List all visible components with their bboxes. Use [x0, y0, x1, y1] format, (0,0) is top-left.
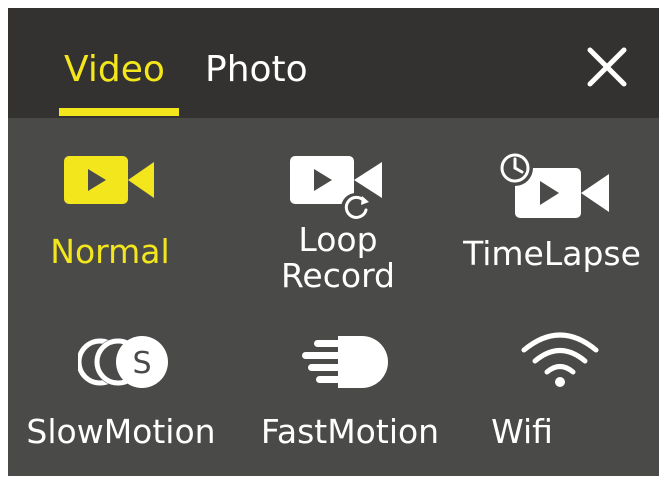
svg-text:S: S	[132, 346, 151, 381]
mode-label: Normal	[50, 232, 170, 271]
mode-label: TimeLapse	[463, 234, 641, 273]
slow-motion-icon: S	[78, 336, 168, 388]
mode-loop-record[interactable]: Loop Record	[253, 138, 423, 298]
mode-wifi[interactable]: Wifi	[482, 326, 599, 456]
video-camera-icon	[64, 156, 154, 204]
loop-record-icon	[290, 156, 382, 223]
mode-label: FastMotion	[260, 412, 440, 451]
tab-video[interactable]: Video	[64, 50, 165, 90]
mode-timelapse[interactable]: TimeLapse	[457, 138, 647, 278]
menu-header: Video Photo	[8, 8, 659, 118]
close-icon	[587, 47, 627, 87]
mode-label-line2: Record	[280, 256, 396, 295]
fast-motion-icon	[302, 336, 388, 388]
wifi-icon	[521, 332, 599, 387]
mode-fast-motion[interactable]: FastMotion	[250, 326, 450, 456]
mode-label: SlowMotion	[26, 412, 216, 451]
mode-slow-motion[interactable]: S SlowMotion	[16, 326, 226, 456]
timelapse-icon	[497, 150, 609, 218]
mode-normal[interactable]: Normal	[30, 138, 190, 278]
close-button[interactable]	[582, 42, 632, 92]
mode-label: Wifi	[491, 412, 553, 451]
camera-menu-screen: Video Photo Normal Loop Record TimeLapse…	[8, 8, 659, 476]
mode-label-line1: Loop	[298, 220, 378, 259]
active-tab-indicator	[59, 108, 179, 116]
tab-photo[interactable]: Photo	[205, 50, 308, 90]
